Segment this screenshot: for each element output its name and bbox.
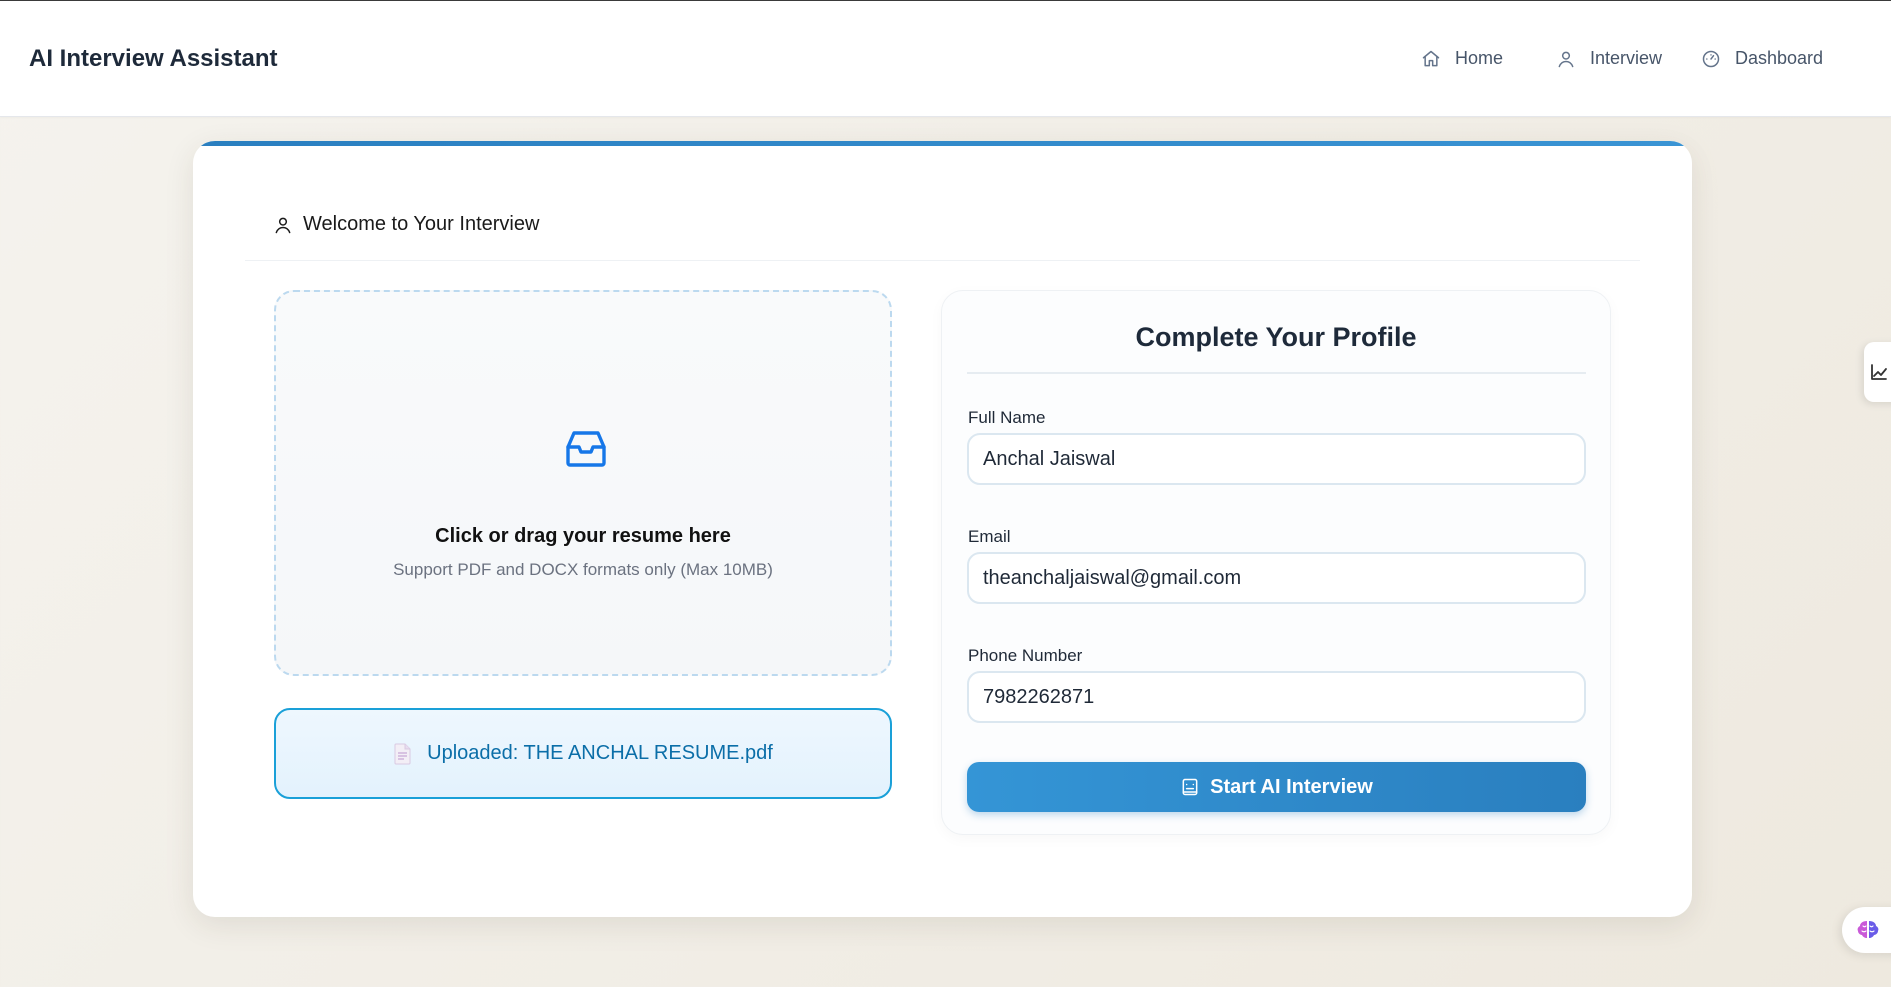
dropzone-title: Click or drag your resume here — [435, 525, 731, 547]
nav-dashboard[interactable]: Dashboard — [1701, 48, 1823, 69]
nav-home[interactable]: Home — [1421, 48, 1503, 69]
home-icon — [1422, 50, 1440, 66]
uploaded-file-banner[interactable]: Uploaded: THE ANCHAL RESUME.pdf — [274, 708, 892, 799]
robot-icon — [1182, 778, 1198, 796]
email-field[interactable] — [967, 552, 1586, 604]
chart-icon — [1871, 364, 1887, 380]
uploaded-file-text: Uploaded: THE ANCHAL RESUME.pdf — [427, 742, 773, 764]
nav-interview[interactable]: Interview — [1556, 48, 1662, 69]
brain-icon — [1857, 921, 1879, 938]
start-interview-button[interactable]: Start AI Interview — [967, 762, 1586, 812]
phone-field[interactable] — [967, 671, 1586, 723]
profile-divider — [967, 372, 1586, 374]
start-interview-label: Start AI Interview — [1210, 775, 1373, 798]
card-heading: Welcome to Your Interview — [273, 213, 539, 236]
app-header: AI Interview Assistant Home Interview Da… — [0, 1, 1891, 117]
phone-label: Phone Number — [968, 646, 1083, 665]
user-icon — [1558, 51, 1574, 67]
resume-dropzone[interactable]: Click or drag your resume here Support P… — [274, 290, 892, 676]
full-name-field[interactable] — [967, 433, 1586, 485]
dashboard-icon — [1702, 50, 1720, 67]
side-panel-tab[interactable] — [1864, 342, 1891, 402]
user-icon — [275, 217, 291, 233]
file-icon — [394, 743, 411, 764]
full-name-label: Full Name — [968, 408, 1046, 427]
card-divider — [245, 260, 1640, 261]
card-heading-text: Welcome to Your Interview — [303, 213, 540, 235]
profile-form: Complete Your Profile Full Name Email Ph… — [941, 290, 1611, 835]
inbox-icon — [566, 431, 606, 467]
app-title: AI Interview Assistant — [29, 45, 278, 72]
profile-title: Complete Your Profile — [1135, 322, 1417, 352]
email-label: Email — [968, 527, 1011, 546]
card-accent-bar — [193, 141, 1692, 146]
nav-home-label: Home — [1455, 48, 1504, 68]
interview-card: Welcome to Your Interview Click or drag … — [193, 141, 1692, 917]
nav-interview-label: Interview — [1590, 48, 1663, 68]
assistant-button[interactable] — [1842, 907, 1891, 953]
nav-dashboard-label: Dashboard — [1735, 48, 1824, 68]
dropzone-subtitle: Support PDF and DOCX formats only (Max 1… — [393, 560, 773, 579]
